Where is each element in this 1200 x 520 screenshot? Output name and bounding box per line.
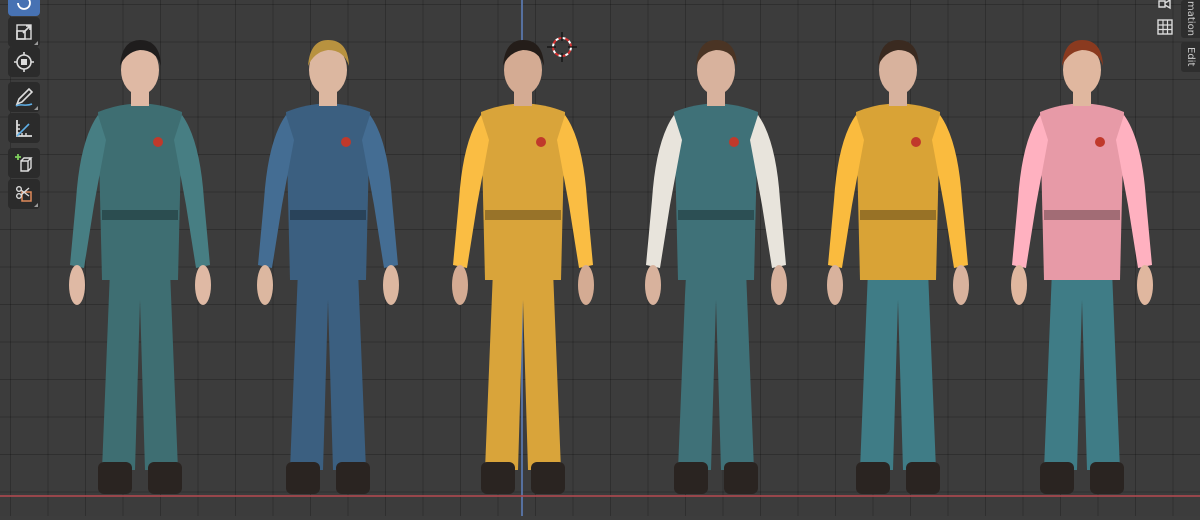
scale-tool[interactable] [8, 17, 40, 47]
measure-tool[interactable] [8, 113, 40, 143]
tab-edit-label: Edit [1185, 47, 1196, 67]
character-teal-jumpsuit-woman[interactable] [40, 0, 240, 516]
character-blue-jumpsuit-blond[interactable] [228, 0, 428, 516]
camera-icon [1158, 0, 1171, 10]
scale-icon [16, 24, 32, 40]
ruler-icon [16, 120, 32, 137]
character-yellow-jumpsuit[interactable] [423, 0, 623, 516]
add-cube-icon [15, 154, 33, 172]
sidebar-tabs: mation Edit [1181, 0, 1200, 90]
tab-edit[interactable]: Edit [1181, 42, 1200, 72]
add-cube-tool[interactable] [8, 148, 40, 178]
transform-icon [14, 52, 34, 72]
pencil-icon [15, 87, 34, 107]
tab-animation[interactable]: mation [1181, 0, 1200, 38]
character-floral-shirt-jeans[interactable] [982, 0, 1182, 516]
extrude-tool[interactable] [8, 179, 40, 209]
tab-animation-label: mation [1185, 1, 1196, 37]
grid-icon [1157, 19, 1173, 35]
rotate-icon [17, 0, 31, 10]
toggle-grid-view-button[interactable] [1152, 15, 1178, 39]
3d-cursor-icon[interactable] [547, 32, 577, 62]
annotate-tool[interactable] [8, 82, 40, 112]
character-teal-jumpsuit-white-sleeves[interactable] [616, 0, 816, 516]
extrude-icon [16, 186, 32, 202]
rotate-tool[interactable] [8, 0, 40, 16]
character-yellow-polo-jeans[interactable] [798, 0, 998, 516]
transform-tool[interactable] [8, 47, 40, 77]
